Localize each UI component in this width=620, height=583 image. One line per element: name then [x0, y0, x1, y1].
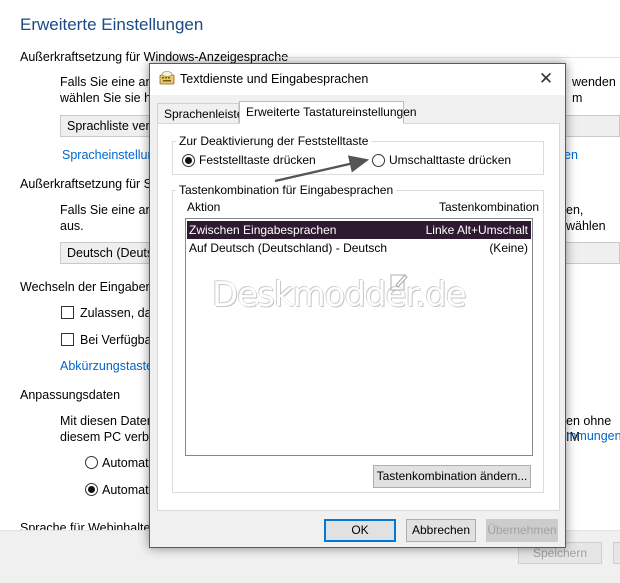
pencil-icon — [390, 272, 408, 295]
watermark-logo: Deskmodder.de — [212, 275, 467, 315]
tab-label: Erweiterte Tastatureinstellungen — [246, 105, 417, 119]
tab-advanced-keyboard-settings[interactable]: Erweiterte Tastatureinstellungen — [239, 101, 417, 124]
